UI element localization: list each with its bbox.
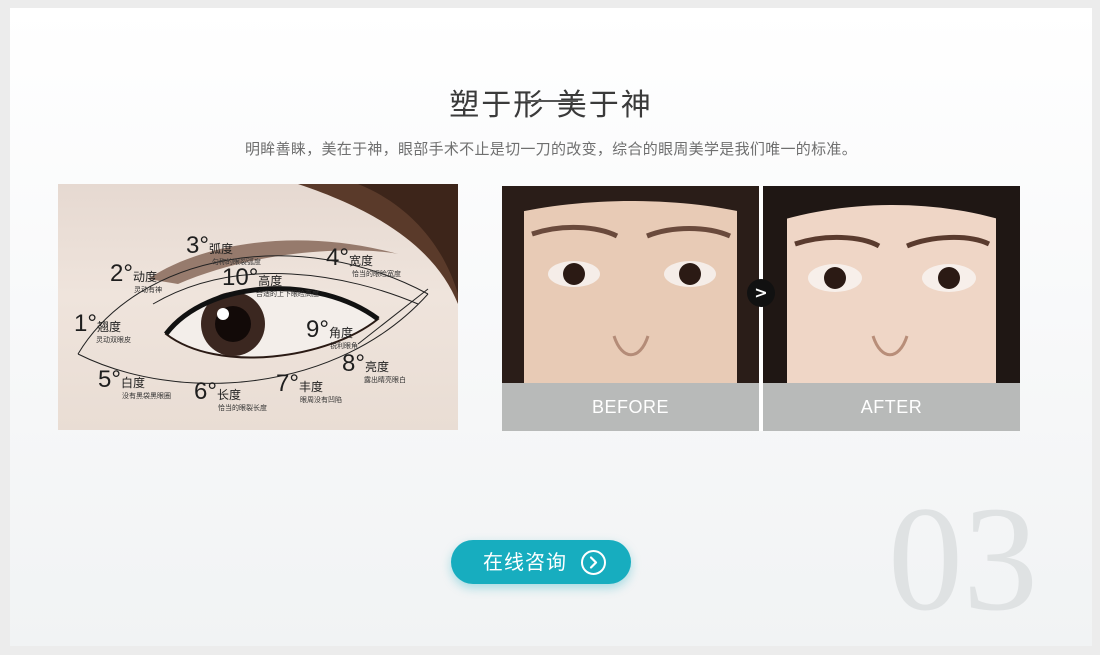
eye-label-7: 7°丰度 眼周没有凹陷	[276, 370, 342, 404]
chevron-right-circle-icon	[581, 550, 606, 575]
eye-label-6: 6°长度 恰当的眼裂长度	[194, 378, 267, 412]
eye-diagram-image: 1°翘度 灵动双眼皮 2°动度 灵动有神 3°弧度 匀称的眼裂弧度 4°宽度 恰…	[58, 184, 458, 430]
eye-label-10: 10°高度 合适的上下眼睑高度	[222, 264, 319, 298]
eye-label-9: 9°角度 锐利眼角	[306, 316, 358, 350]
before-label: BEFORE	[502, 383, 759, 431]
eye-label-4: 4°宽度 恰当的眼睑宽度	[326, 244, 401, 278]
after-label: AFTER	[763, 383, 1020, 431]
eye-label-8: 8°亮度 露出睛亮眼白	[342, 350, 406, 384]
title-underline	[526, 100, 578, 102]
eye-label-2: 2°动度 灵动有神	[110, 260, 162, 294]
after-photo: AFTER	[763, 186, 1020, 431]
online-consult-button[interactable]: 在线咨询	[451, 540, 631, 584]
section-subtitle: 明眸善睐，美在于神，眼部手术不止是切一刀的改变，综合的眼周美学是我们唯一的标准。	[244, 140, 857, 158]
section-number-watermark: 03	[888, 476, 1038, 642]
eye-label-1: 1°翘度 灵动双眼皮	[74, 310, 131, 344]
eye-label-3: 3°弧度 匀称的眼裂弧度	[186, 232, 261, 266]
section-title: 塑于形 美于神	[449, 88, 653, 124]
consult-button-label: 在线咨询	[483, 550, 567, 574]
eye-label-5: 5°白度 没有黑袋黑眼圈	[98, 366, 171, 400]
comparison-arrow-icon[interactable]: >	[747, 279, 775, 307]
before-photo: BEFORE	[502, 186, 759, 431]
